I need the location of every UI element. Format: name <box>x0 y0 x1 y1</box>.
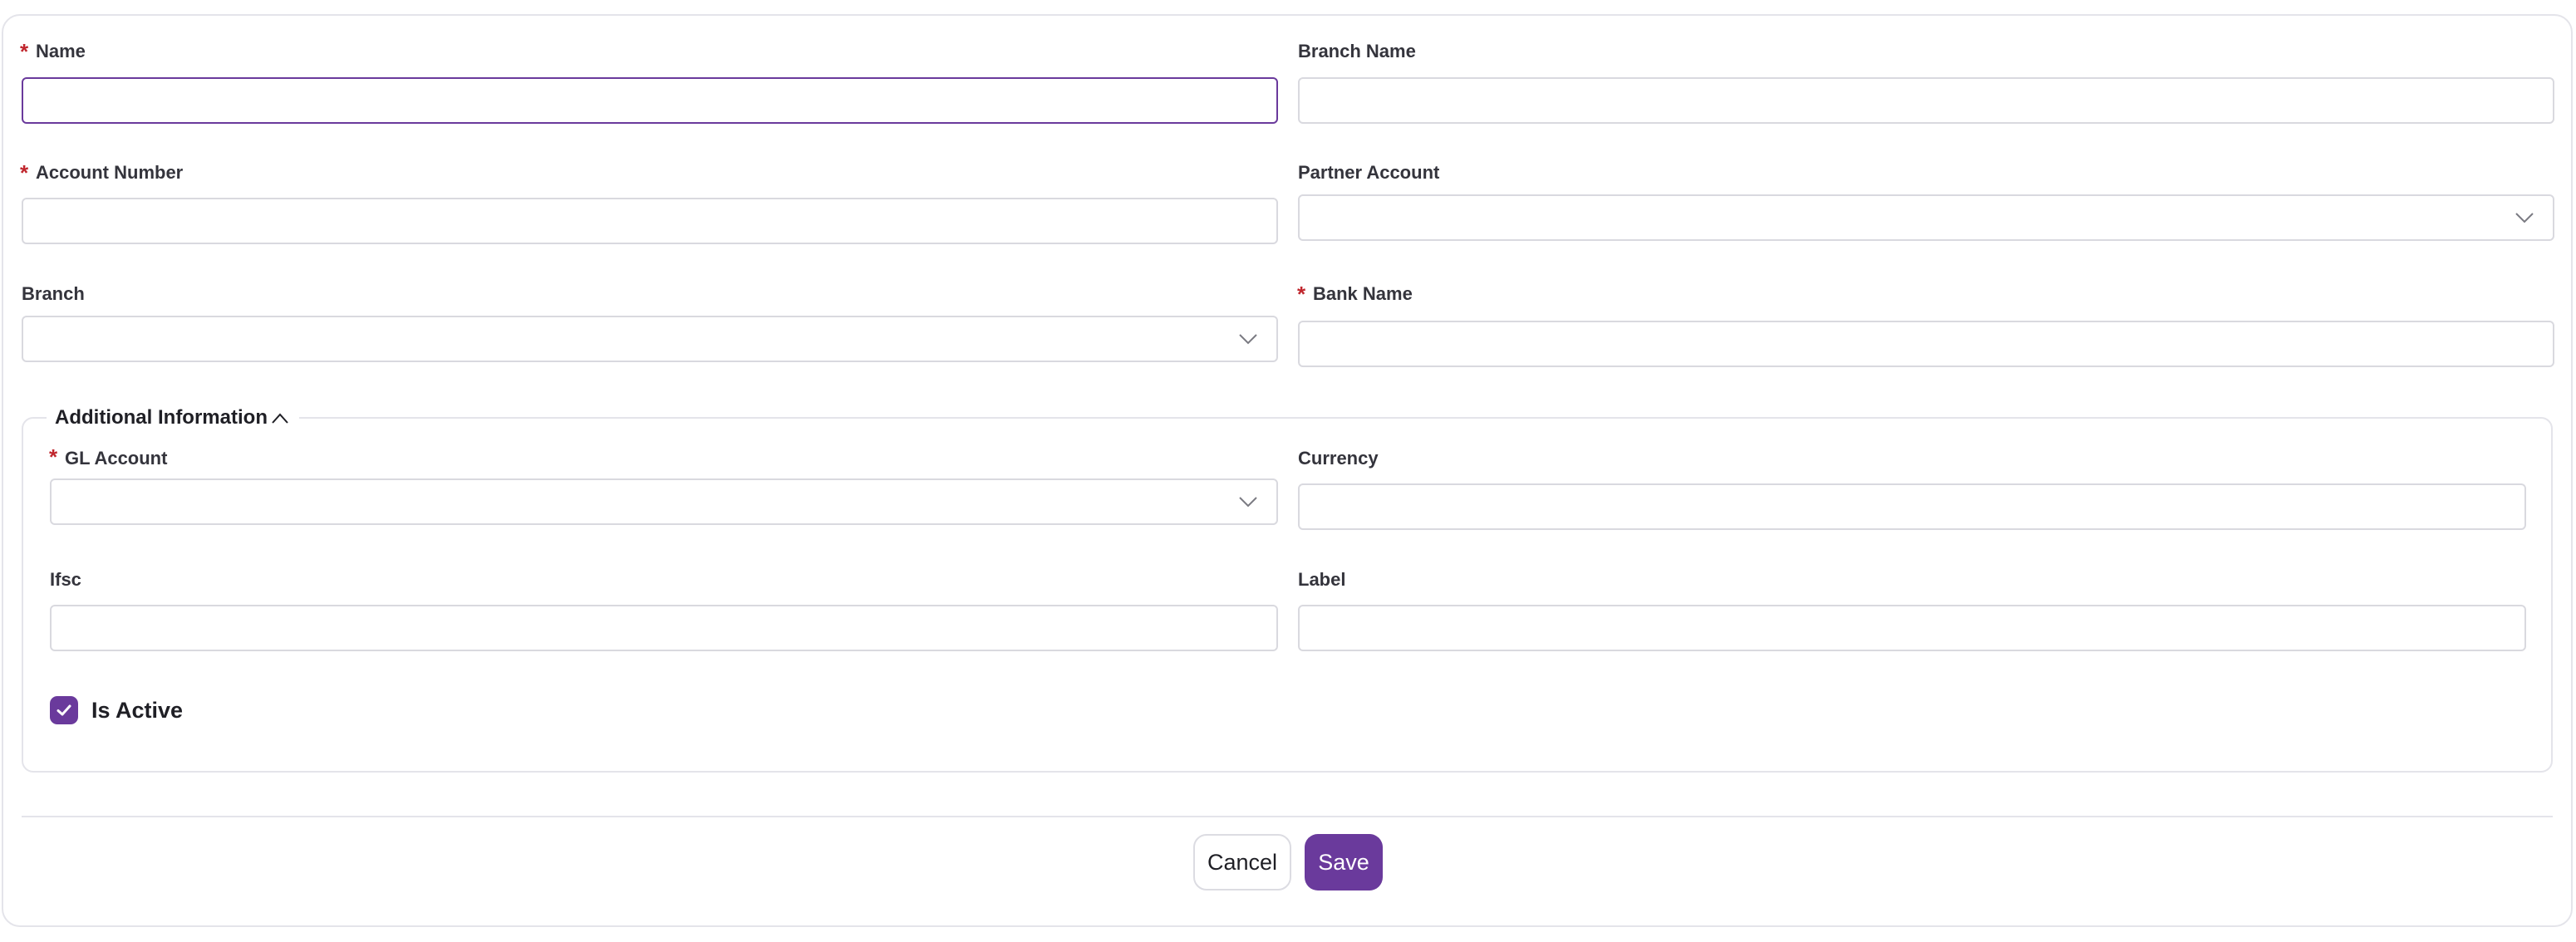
cancel-button[interactable]: Cancel <box>1193 834 1291 890</box>
chevron-down-icon <box>1239 334 1257 345</box>
ifsc-input[interactable] <box>50 605 1278 651</box>
footer-divider <box>22 816 2553 817</box>
bank-name-input[interactable] <box>1298 321 2554 367</box>
partner-account-label: Partner Account <box>1298 162 1440 183</box>
account-number-label: Account Number <box>36 162 184 183</box>
account-number-required-marker: * <box>20 160 29 185</box>
label-field-label: Label <box>1298 569 1346 590</box>
name-label: Name <box>36 41 86 61</box>
branch-select[interactable] <box>22 316 1278 362</box>
is-active-checkbox[interactable] <box>50 696 78 724</box>
currency-label: Currency <box>1298 448 1379 469</box>
name-required-marker: * <box>20 39 29 64</box>
gl-account-label: GL Account <box>65 448 168 469</box>
currency-input[interactable] <box>1298 483 2526 530</box>
additional-information-title: Additional Information <box>55 406 268 429</box>
chevron-down-icon <box>1239 497 1257 508</box>
gl-account-required-marker: * <box>49 444 58 469</box>
ifsc-label: Ifsc <box>50 569 81 590</box>
additional-information-section <box>22 417 2553 773</box>
branch-name-input[interactable] <box>1298 77 2554 124</box>
branch-label: Branch <box>22 283 85 304</box>
is-active-label: Is Active <box>91 697 184 723</box>
name-input[interactable] <box>22 77 1278 124</box>
chevron-down-icon <box>2515 213 2534 223</box>
chevron-up-icon <box>272 413 288 424</box>
bank-name-required-marker: * <box>1297 282 1306 307</box>
bank-name-label: Bank Name <box>1313 283 1413 304</box>
branch-name-label: Branch Name <box>1298 41 1416 61</box>
is-active-row[interactable]: Is Active <box>50 696 183 724</box>
save-button[interactable]: Save <box>1305 834 1383 890</box>
partner-account-select[interactable] <box>1298 194 2554 241</box>
label-input[interactable] <box>1298 605 2526 651</box>
gl-account-select[interactable] <box>50 478 1278 525</box>
account-number-input[interactable] <box>22 198 1278 244</box>
check-icon <box>57 704 71 716</box>
additional-information-toggle[interactable]: Additional Information <box>47 405 299 430</box>
